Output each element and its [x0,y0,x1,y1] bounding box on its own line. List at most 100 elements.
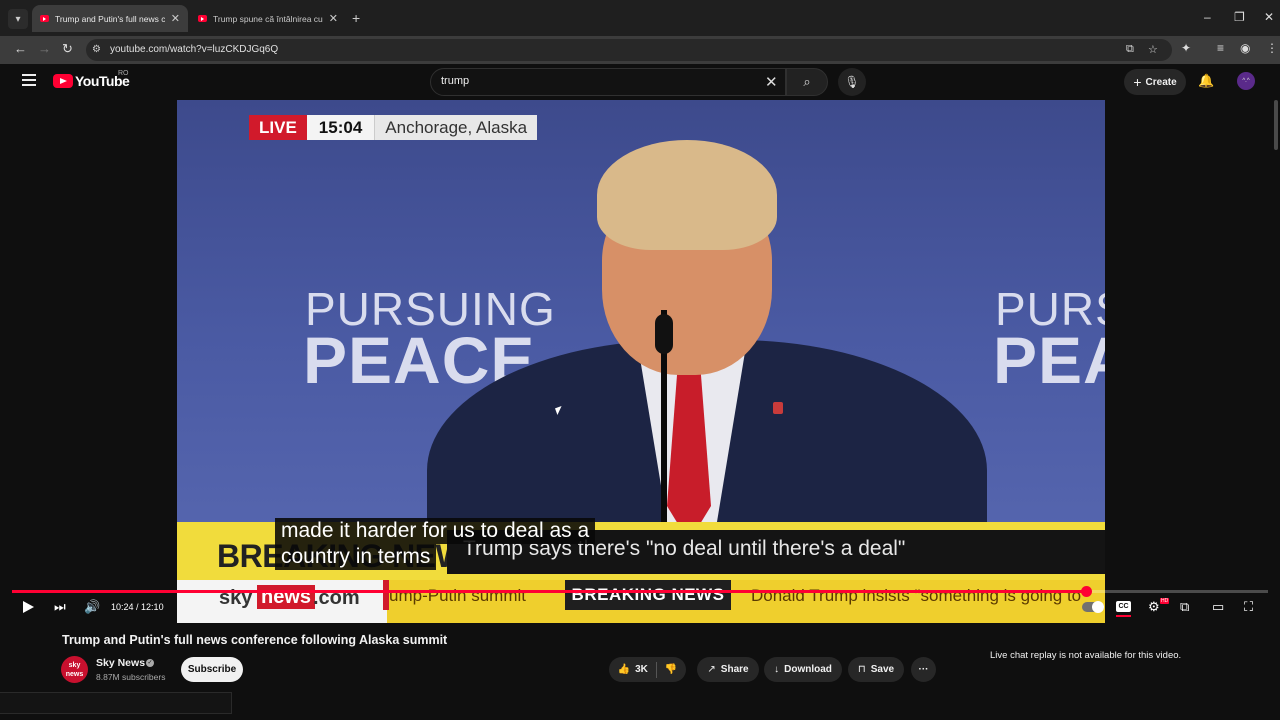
close-window-button[interactable]: ✕ [1264,10,1274,24]
address-bar[interactable]: ⚙ youtube.com/watch?v=luzCKDJGq6Q ⧉ ☆ [86,39,1172,61]
tab-youtube-video[interactable]: Trump and Putin's full news conference f… [32,5,188,32]
profile-icon[interactable]: ◉ [1240,41,1250,55]
scrubber-handle[interactable] [1081,586,1092,597]
minimize-button[interactable]: – [1204,10,1211,24]
tab-title: Trump and Putin's full news conference f… [55,13,165,24]
flag-pin-icon [773,402,783,414]
live-chat-notice: Live chat replay is not available for th… [990,650,1182,661]
share-icon: ↗ [707,664,716,675]
more-icon: ··· [918,664,929,675]
save-label: Save [870,664,895,675]
browser-menu-icon[interactable]: ⋮ [1266,41,1278,55]
like-count[interactable]: 3K [635,664,648,675]
region-code: RO [118,70,129,77]
live-tag: LIVE [249,115,307,140]
search-button[interactable]: ⌕ [786,68,828,96]
live-bug: LIVE 15:04 Anchorage, Alaska [249,115,538,140]
url-text[interactable]: youtube.com/watch?v=luzCKDJGq6Q [110,44,278,55]
channel-avatar[interactable]: sky news [61,656,88,683]
share-button[interactable]: ↗ Share [697,657,759,682]
autoplay-toggle[interactable] [1082,601,1104,613]
volume-icon[interactable]: 🔊 [84,599,100,615]
extensions-icon[interactable]: ✦ [1181,41,1191,55]
live-time: 15:04 [306,115,375,140]
fullscreen-icon[interactable]: ⛶ [1244,599,1253,615]
play-icon[interactable] [23,601,34,613]
dislike-icon[interactable]: 👎 [665,664,677,675]
speaker-hair [597,140,777,250]
subscribe-button[interactable]: Subscribe [181,657,243,682]
save-icon: ⊓ [857,664,866,675]
download-icon: ↓ [774,664,780,675]
like-dislike-group: 👍 3K 👎 [609,657,686,682]
theater-mode-icon[interactable]: ▭ [1212,599,1224,615]
backdrop-text-bottom-right: PEACE [993,323,1105,397]
forward-button[interactable]: → [38,41,51,56]
reload-button[interactable]: ↻ [62,41,73,57]
restore-button[interactable]: ❐ [1234,10,1245,24]
site-info-icon[interactable]: ⚙ [92,44,101,55]
new-tab-button[interactable]: + [352,10,360,26]
youtube-logo-icon[interactable] [53,74,73,88]
next-video-icon[interactable]: ⏭ [54,599,66,615]
tab-youtube-second[interactable]: Trump spune că întâlnirea cu Putin ✕ [190,5,346,32]
time-display: 10:24 / 12:10 [111,602,164,612]
microphone-icon: 🎙 [844,75,860,89]
youtube-favicon-icon [198,15,207,22]
channel-avatar-text: sky news [65,662,84,678]
search-input[interactable]: trump ✕ [430,68,786,96]
youtube-favicon-icon [40,15,49,22]
avatar-glyph: ^.^ [1242,78,1250,84]
closed-captions: made it harder for us to deal as a count… [275,518,596,570]
chevron-down-icon: ▾ [15,13,21,25]
youtube-masthead: YouTube RO trump ✕ ⌕ 🎙 + Create 🔔 ^.^ [0,64,1280,100]
progress-played [12,590,1086,593]
caption-line: made it harder for us to deal as a [275,518,596,544]
save-button[interactable]: ⊓ Save [848,657,904,682]
hd-badge: HD [1160,598,1170,604]
download-button[interactable]: ↓ Download [764,657,842,682]
more-actions-button[interactable]: ··· [911,657,936,682]
browser-tabstrip: ▾ Trump and Putin's full news conference… [0,0,1280,36]
caption-line: country in terms [275,544,437,570]
notifications-bell-icon[interactable]: 🔔 [1198,73,1214,89]
microphone-head [655,314,673,354]
clear-search-icon[interactable]: ✕ [765,73,778,91]
plus-icon: + [1133,74,1142,90]
install-app-icon[interactable]: ⧉ [1126,43,1134,56]
time-separator: / [133,602,142,612]
bookmark-star-icon[interactable]: ☆ [1148,43,1158,56]
current-time: 10:24 [111,602,134,612]
like-divider [655,661,657,678]
guide-menu-icon[interactable] [22,74,36,86]
browser-toolbar: ← → ↻ ⚙ youtube.com/watch?v=luzCKDJGq6Q … [0,36,1280,64]
cc-icon: CC [1118,603,1129,610]
page-scrollbar[interactable] [1274,100,1278,150]
channel-name[interactable]: Sky News [96,657,145,669]
status-strip [0,692,232,714]
ticker-item: Donald Trump insists "something is going… [751,586,1082,605]
share-label: Share [720,664,749,675]
subtitles-active-indicator [1116,615,1131,617]
subscriber-count: 8.87M subscribers [96,672,166,682]
tab-title: Trump spune că întâlnirea cu Putin [213,13,323,24]
live-location: Anchorage, Alaska [374,115,538,140]
back-button[interactable]: ← [14,41,27,56]
voice-search-button[interactable]: 🎙 [838,68,866,96]
subscribe-label: Subscribe [187,664,237,675]
search-query-text[interactable]: trump [441,75,469,87]
media-control-icon[interactable]: ≡ [1217,41,1224,55]
search-icon: ⌕ [803,74,811,89]
account-avatar[interactable]: ^.^ [1237,72,1255,90]
tab-close-icon[interactable]: ✕ [171,12,180,25]
like-icon[interactable]: 👍 [618,664,630,675]
miniplayer-icon[interactable]: ⧉ [1180,599,1189,615]
subtitles-button[interactable]: CC [1116,601,1131,612]
settings-gear-icon[interactable]: ⚙ [1148,599,1160,615]
create-label: Create [1145,76,1177,88]
tab-list-button[interactable]: ▾ [8,9,28,29]
tab-close-icon[interactable]: ✕ [329,12,338,25]
create-button[interactable]: + Create [1124,69,1186,95]
verified-check-icon: ✓ [146,659,154,667]
sky-news-logo: sky news .com [177,580,387,623]
